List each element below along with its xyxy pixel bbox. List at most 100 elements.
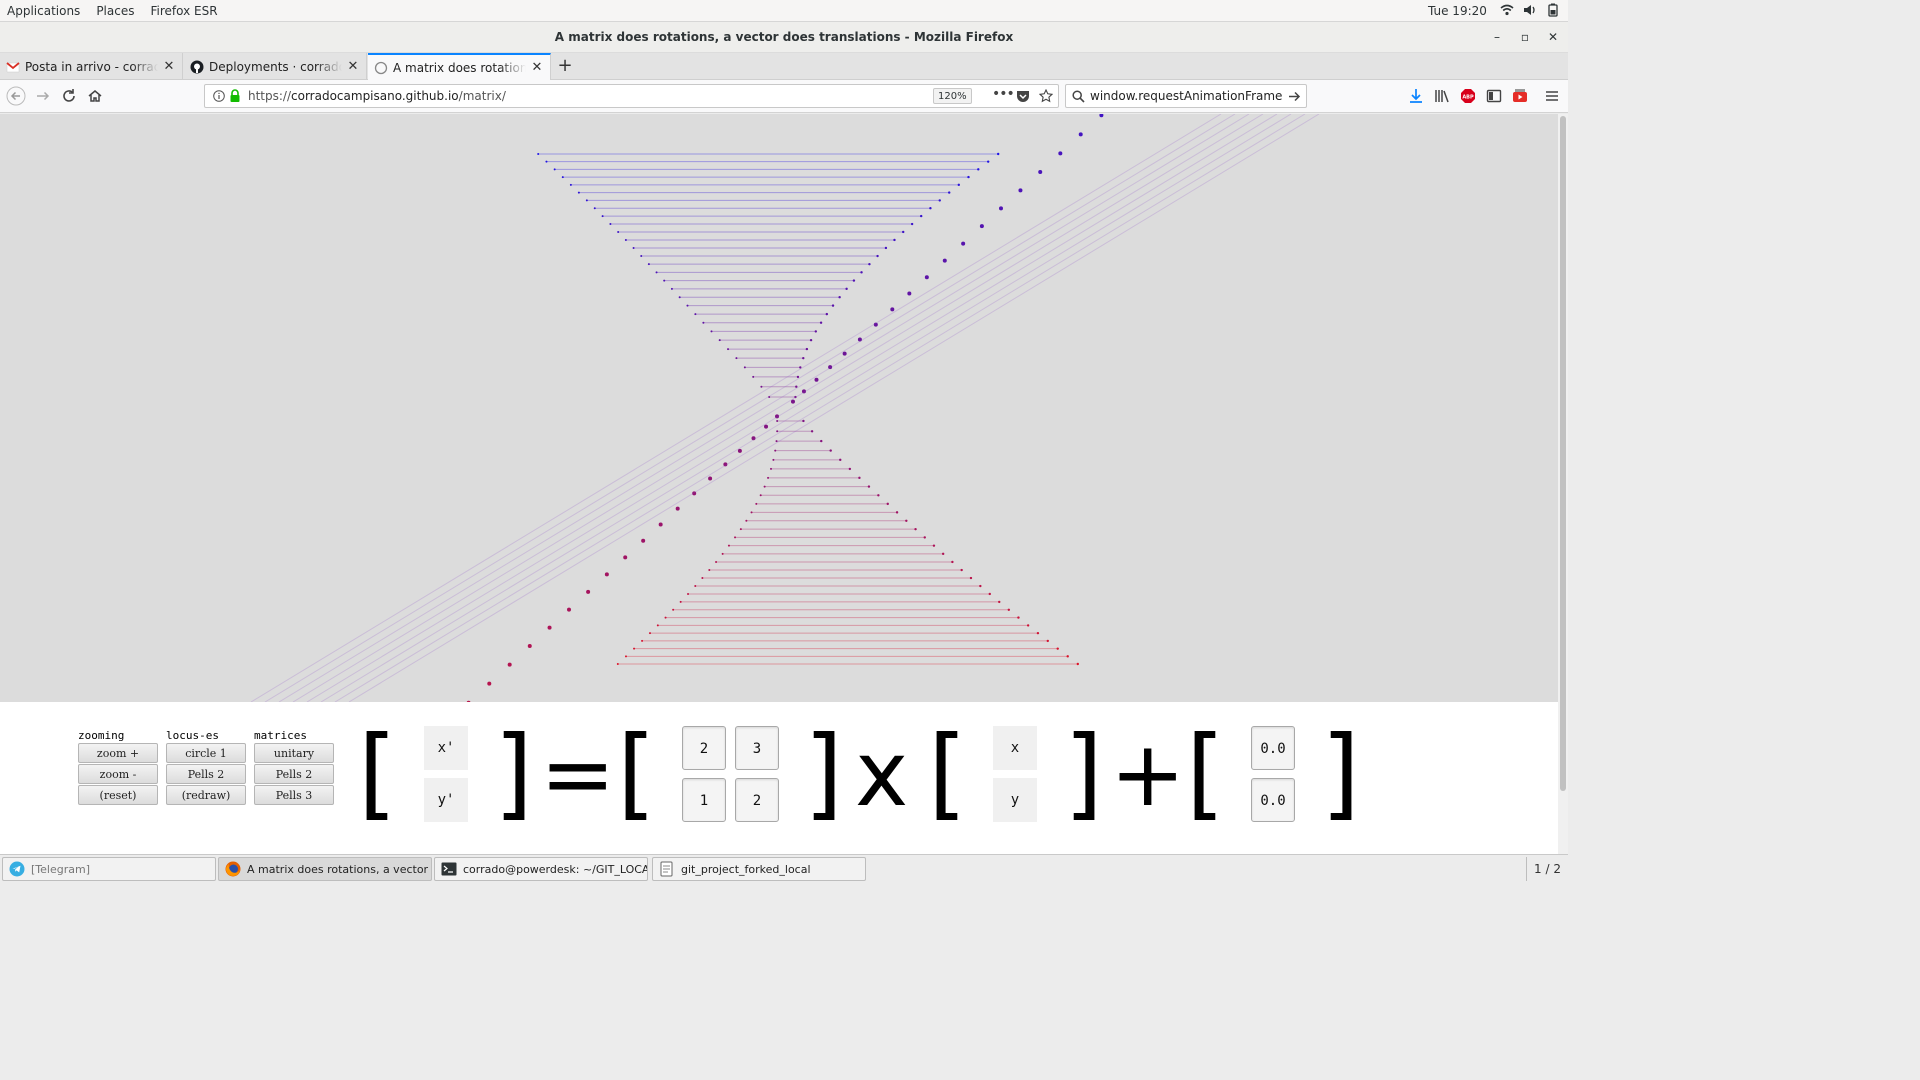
zoom-reset-button[interactable]: (reset) xyxy=(78,785,158,805)
clock[interactable]: Tue 19:20 xyxy=(1428,0,1487,22)
tab-close-icon[interactable]: ✕ xyxy=(530,60,544,75)
locus-point xyxy=(656,624,659,627)
zoom-out-button[interactable]: zoom - xyxy=(78,764,158,784)
matrices-label: matrices xyxy=(254,729,307,742)
pocket-icon[interactable] xyxy=(1016,90,1030,103)
locus-point xyxy=(969,576,973,580)
applications-menu[interactable]: Applications xyxy=(0,0,89,22)
matrix-close-bracket: ] xyxy=(804,714,844,831)
matrix-a21-input[interactable]: 1 xyxy=(682,778,726,822)
library-icon[interactable] xyxy=(1434,88,1450,104)
locus-point xyxy=(664,616,667,619)
back-button[interactable] xyxy=(6,86,26,106)
locus-redraw-button[interactable]: (redraw) xyxy=(166,785,246,805)
matrix-a11-input[interactable]: 2 xyxy=(682,726,726,770)
bookmark-star-icon[interactable] xyxy=(1039,89,1053,103)
transformed-point xyxy=(979,224,984,229)
telegram-icon xyxy=(9,861,25,877)
folder-icon xyxy=(660,861,673,877)
locus-point xyxy=(941,552,945,556)
locus-label: locus-es xyxy=(166,729,219,742)
url-path: /matrix/ xyxy=(458,89,506,103)
transformed-point xyxy=(487,681,492,686)
url-text[interactable]: https://corradocampisano.github.io/matri… xyxy=(248,89,506,103)
task-firefox[interactable]: A matrix does rotations, a vector do... xyxy=(218,857,432,881)
maximize-button[interactable]: ▫ xyxy=(1517,29,1533,45)
transformed-point xyxy=(675,506,680,511)
url-scheme: https:// xyxy=(248,89,292,103)
workspace-pager[interactable]: 1 / 2 xyxy=(1526,857,1568,881)
locus-circle-1-button[interactable]: circle 1 xyxy=(166,743,246,763)
system-tray[interactable] xyxy=(1500,3,1560,17)
transformed-point xyxy=(998,206,1003,211)
tab-strip: Posta in arrivo - corrado.c ✕ Deployment… xyxy=(0,53,1568,80)
search-input[interactable] xyxy=(1090,88,1285,104)
transformed-point xyxy=(814,377,819,382)
sidebar-icon[interactable] xyxy=(1486,88,1502,104)
matrix-pells-3-button[interactable]: Pells 3 xyxy=(254,785,334,805)
lock-icon[interactable] xyxy=(229,89,241,103)
page-scrollbar[interactable] xyxy=(1558,114,1568,854)
youtube-extension-icon[interactable] xyxy=(1512,88,1528,104)
locus-pells-2-button[interactable]: Pells 2 xyxy=(166,764,246,784)
task-telegram[interactable]: [Telegram] xyxy=(2,857,216,881)
translation-open-bracket: [ xyxy=(1186,714,1226,831)
page-icon xyxy=(374,61,388,74)
locus-point xyxy=(624,655,627,658)
new-tab-button[interactable]: + xyxy=(556,57,574,75)
firefox-app-menu[interactable]: Firefox ESR xyxy=(143,0,226,22)
matrix-unitary-button[interactable]: unitary xyxy=(254,743,334,763)
tab-matrix-active[interactable]: A matrix does rotations, a ✕ xyxy=(368,53,551,80)
translation-x-input[interactable]: 0.0 xyxy=(1251,726,1295,770)
matrix-a22-input[interactable]: 2 xyxy=(735,778,779,822)
locus-point xyxy=(998,600,1001,604)
transformed-point xyxy=(708,476,713,481)
zoom-in-button[interactable]: zoom + xyxy=(78,743,158,763)
search-bar[interactable] xyxy=(1065,84,1307,108)
transformed-point xyxy=(1018,188,1023,193)
locus-point xyxy=(616,663,619,665)
zoom-level-indicator[interactable]: 120% xyxy=(933,88,972,104)
locus-drawing xyxy=(250,114,1320,702)
task-files[interactable]: git_project_forked_local xyxy=(652,857,866,881)
matrix-a12-input[interactable]: 3 xyxy=(735,726,779,770)
matrix-pells-2-button[interactable]: Pells 2 xyxy=(254,764,334,784)
forward-button[interactable] xyxy=(33,86,53,106)
locus-ray xyxy=(278,114,1250,702)
locus-point xyxy=(670,287,673,290)
svg-text:ABP: ABP xyxy=(1462,95,1474,101)
page-actions-icon[interactable]: ••• xyxy=(992,86,1015,102)
places-menu[interactable]: Places xyxy=(89,0,143,22)
locus-point xyxy=(905,519,908,522)
locus-point xyxy=(819,321,823,324)
downloads-icon[interactable] xyxy=(1408,88,1424,104)
url-bar[interactable]: https://corradocampisano.github.io/matri… xyxy=(204,84,1059,108)
task-terminal[interactable]: corrado@powerdesk: ~/GIT_LOCAL... xyxy=(434,857,648,881)
locus-canvas[interactable] xyxy=(0,114,1558,702)
reload-button[interactable] xyxy=(59,86,79,106)
translation-y-input[interactable]: 0.0 xyxy=(1251,778,1295,822)
locus-point xyxy=(923,536,926,539)
close-window-button[interactable]: ✕ xyxy=(1545,29,1561,45)
locus-point xyxy=(648,632,651,635)
info-icon[interactable] xyxy=(213,90,225,102)
search-go-icon[interactable] xyxy=(1288,90,1301,103)
tab-github[interactable]: Deployments · corradocam ✕ xyxy=(184,53,367,80)
transformed-point xyxy=(623,555,628,560)
locus-group: locus-es circle 1 Pells 2 (redraw) xyxy=(166,730,246,806)
locus-point xyxy=(951,560,954,564)
tab-close-icon[interactable]: ✕ xyxy=(346,59,360,74)
locus-point xyxy=(569,183,572,186)
tab-gmail[interactable]: Posta in arrivo - corrado.c ✕ xyxy=(0,53,183,80)
locus-point xyxy=(868,262,871,266)
home-button[interactable] xyxy=(85,86,105,106)
locus-point xyxy=(767,476,770,479)
locus-point xyxy=(1056,647,1059,650)
adblock-icon[interactable]: ABP xyxy=(1460,88,1476,104)
hamburger-menu-icon[interactable] xyxy=(1544,88,1560,104)
lhs-open-bracket: [ xyxy=(358,714,398,831)
tab-close-icon[interactable]: ✕ xyxy=(162,59,176,74)
minimize-button[interactable]: – xyxy=(1489,29,1505,45)
url-host: corradocampisano.github.io xyxy=(291,89,459,103)
scrollbar-thumb[interactable] xyxy=(1560,116,1566,791)
